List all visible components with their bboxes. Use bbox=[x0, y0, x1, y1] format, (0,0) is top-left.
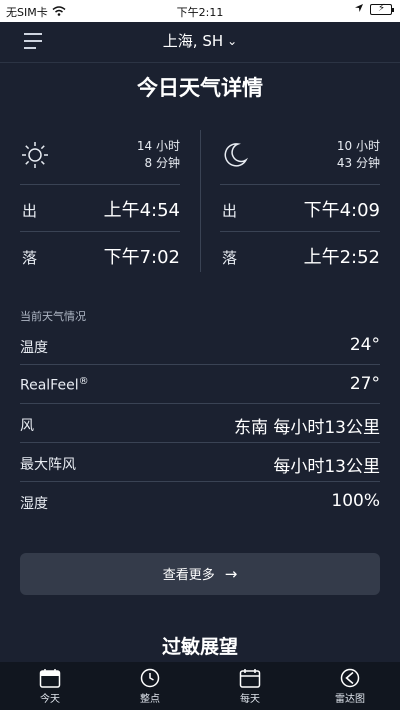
battery-icon: ⚡ bbox=[370, 3, 394, 15]
radar-icon bbox=[340, 668, 360, 688]
moon-duration: 10 小时 43 分钟 bbox=[337, 138, 380, 172]
status-bar: 无SIM卡 下午2:11 ⚡ bbox=[0, 0, 400, 22]
tab-hourly-label: 整点 bbox=[140, 694, 160, 705]
condition-row-realfeel: RealFeel® 27° bbox=[20, 365, 380, 404]
wind-value: 东南 每小时13公里 bbox=[233, 418, 380, 438]
sun-duration: 14 小时 8 分钟 bbox=[137, 138, 180, 172]
moonset-label: 落 bbox=[222, 249, 238, 267]
humidity-label: 湿度 bbox=[20, 496, 48, 512]
condition-row-wind: 风 东南 每小时13公里 bbox=[20, 404, 380, 443]
tab-radar[interactable]: 雷达图 bbox=[300, 662, 400, 710]
conditions-title: 当前天气情况 bbox=[20, 310, 86, 323]
sun-duration-hours: 14 小时 bbox=[136, 139, 180, 153]
realfeel-registered-mark: ® bbox=[78, 376, 89, 387]
see-more-label: 查看更多 bbox=[162, 568, 215, 583]
allergy-outlook-title: 过敏展望 bbox=[161, 636, 238, 658]
moonrise-time: 下午4:09 bbox=[303, 200, 380, 221]
location-label: 上海, SH bbox=[162, 32, 224, 50]
location-arrow-icon bbox=[354, 3, 364, 16]
condition-row-temperature: 温度 24° bbox=[20, 326, 380, 365]
page-title: 今日天气详情 bbox=[137, 76, 263, 100]
moon-duration-minutes: 43 分钟 bbox=[336, 156, 380, 170]
sun-icon bbox=[22, 142, 48, 168]
moonset-time: 上午2:52 bbox=[303, 247, 380, 268]
realfeel-value: 27° bbox=[349, 374, 380, 394]
tab-bar: 今天 整点 每天 雷达图 bbox=[0, 662, 400, 710]
moonset-row: 落 上午2:52 bbox=[220, 232, 380, 278]
header-divider bbox=[0, 62, 400, 63]
sunrise-row: 出 上午4:54 bbox=[20, 185, 180, 231]
conditions-list: 温度 24° RealFeel® 27° 风 东南 每小时13公里 最大阵风 每… bbox=[20, 326, 380, 521]
wind-label: 风 bbox=[20, 418, 34, 434]
chevron-down-icon: ⌄ bbox=[227, 34, 238, 48]
condition-row-humidity: 湿度 100% bbox=[20, 482, 380, 521]
clock-icon bbox=[140, 668, 160, 688]
sunset-time: 下午7:02 bbox=[103, 247, 180, 268]
column-divider bbox=[200, 130, 201, 272]
tab-daily[interactable]: 每天 bbox=[200, 662, 300, 710]
temperature-value: 24° bbox=[349, 335, 380, 355]
sun-panel: 14 小时 8 分钟 出 上午4:54 落 下午7:02 bbox=[20, 130, 180, 278]
realfeel-label: RealFeel bbox=[20, 377, 79, 394]
moon-icon bbox=[224, 143, 249, 167]
sun-duration-minutes: 8 分钟 bbox=[144, 156, 180, 170]
sunset-row: 落 下午7:02 bbox=[20, 232, 180, 278]
realfeel-label-wrap: RealFeel® bbox=[20, 376, 89, 394]
sunset-label: 落 bbox=[22, 249, 38, 267]
status-time: 下午2:11 bbox=[176, 6, 224, 19]
calendar-icon bbox=[239, 669, 261, 688]
tab-radar-label: 雷达图 bbox=[335, 694, 365, 705]
header: 上海, SH ⌄ bbox=[0, 22, 400, 62]
tab-hourly[interactable]: 整点 bbox=[100, 662, 200, 710]
calendar-today-icon bbox=[39, 669, 61, 688]
sunrise-time: 上午4:54 bbox=[103, 200, 180, 221]
see-more-button[interactable]: 查看更多 → bbox=[20, 553, 380, 595]
sunrise-label: 出 bbox=[22, 202, 38, 220]
condition-row-gust: 最大阵风 每小时13公里 bbox=[20, 443, 380, 482]
gust-label: 最大阵风 bbox=[20, 457, 76, 473]
humidity-value: 100% bbox=[331, 491, 380, 511]
tab-daily-label: 每天 bbox=[240, 694, 260, 705]
location-selector[interactable]: 上海, SH ⌄ bbox=[0, 30, 400, 51]
tab-today[interactable]: 今天 bbox=[0, 662, 100, 710]
arrow-right-icon: → bbox=[224, 565, 238, 583]
gust-value: 每小时13公里 bbox=[273, 457, 380, 477]
temperature-label: 温度 bbox=[20, 340, 48, 356]
moonrise-row: 出 下午4:09 bbox=[220, 185, 380, 231]
tab-today-label: 今天 bbox=[40, 694, 60, 705]
moon-panel: 10 小时 43 分钟 出 下午4:09 落 上午2:52 bbox=[220, 130, 380, 278]
moonrise-label: 出 bbox=[222, 202, 238, 220]
moon-duration-hours: 10 小时 bbox=[336, 139, 380, 153]
